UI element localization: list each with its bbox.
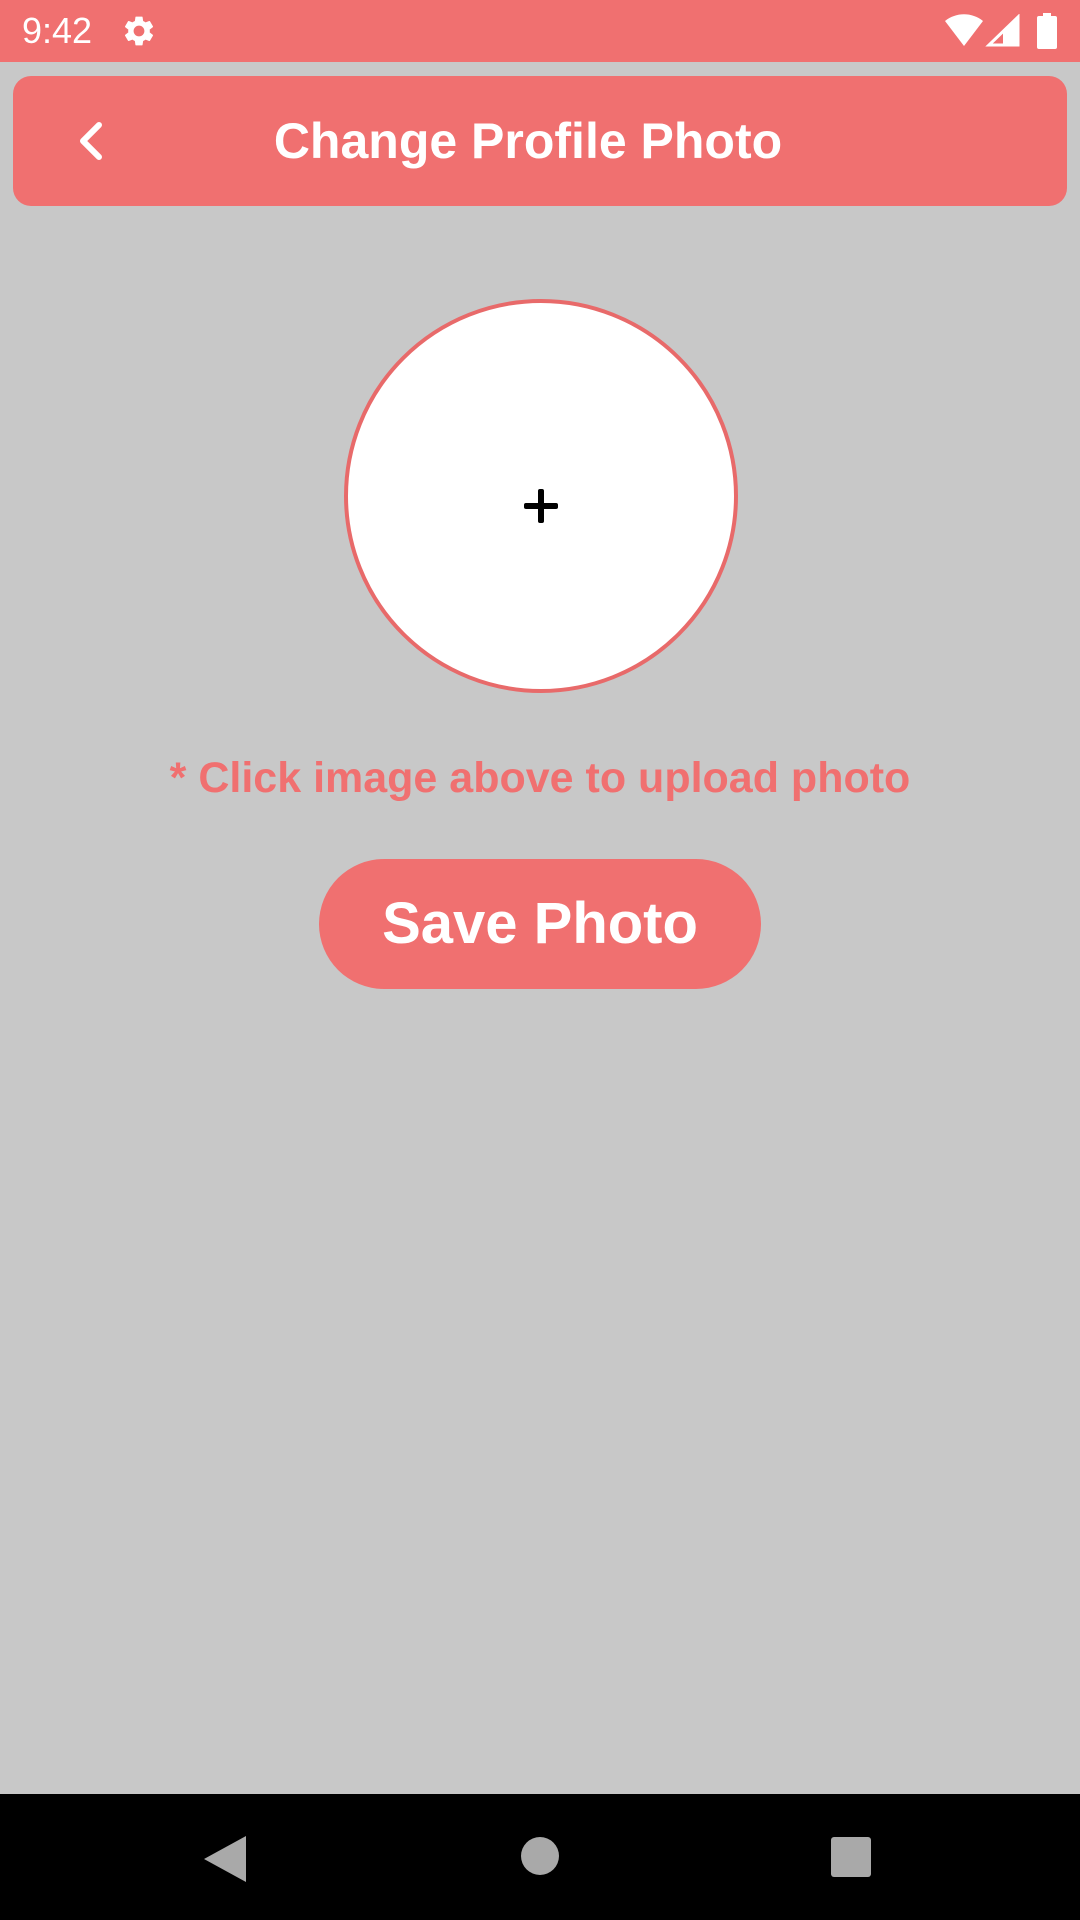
system-nav-bar: [0, 1794, 1080, 1920]
nav-recents-icon[interactable]: [830, 1836, 872, 1878]
save-photo-button[interactable]: Save Photo: [319, 859, 761, 989]
status-bar: 9:42: [0, 0, 1080, 62]
page-title: Change Profile Photo: [273, 113, 783, 169]
wifi-icon: [945, 14, 983, 46]
nav-home-icon[interactable]: [519, 1835, 561, 1877]
battery-icon: [1037, 13, 1057, 49]
plus-icon: [524, 489, 558, 523]
nav-back-icon[interactable]: [202, 1834, 248, 1884]
app-bar: Change Profile Photo: [13, 76, 1067, 206]
signal-icon: [985, 14, 1020, 47]
status-time: 9:42: [22, 10, 93, 51]
profile-photo-picker[interactable]: [344, 299, 738, 693]
gear-icon: [124, 16, 154, 46]
upload-hint-text: * Click image above to upload photo: [169, 754, 911, 802]
